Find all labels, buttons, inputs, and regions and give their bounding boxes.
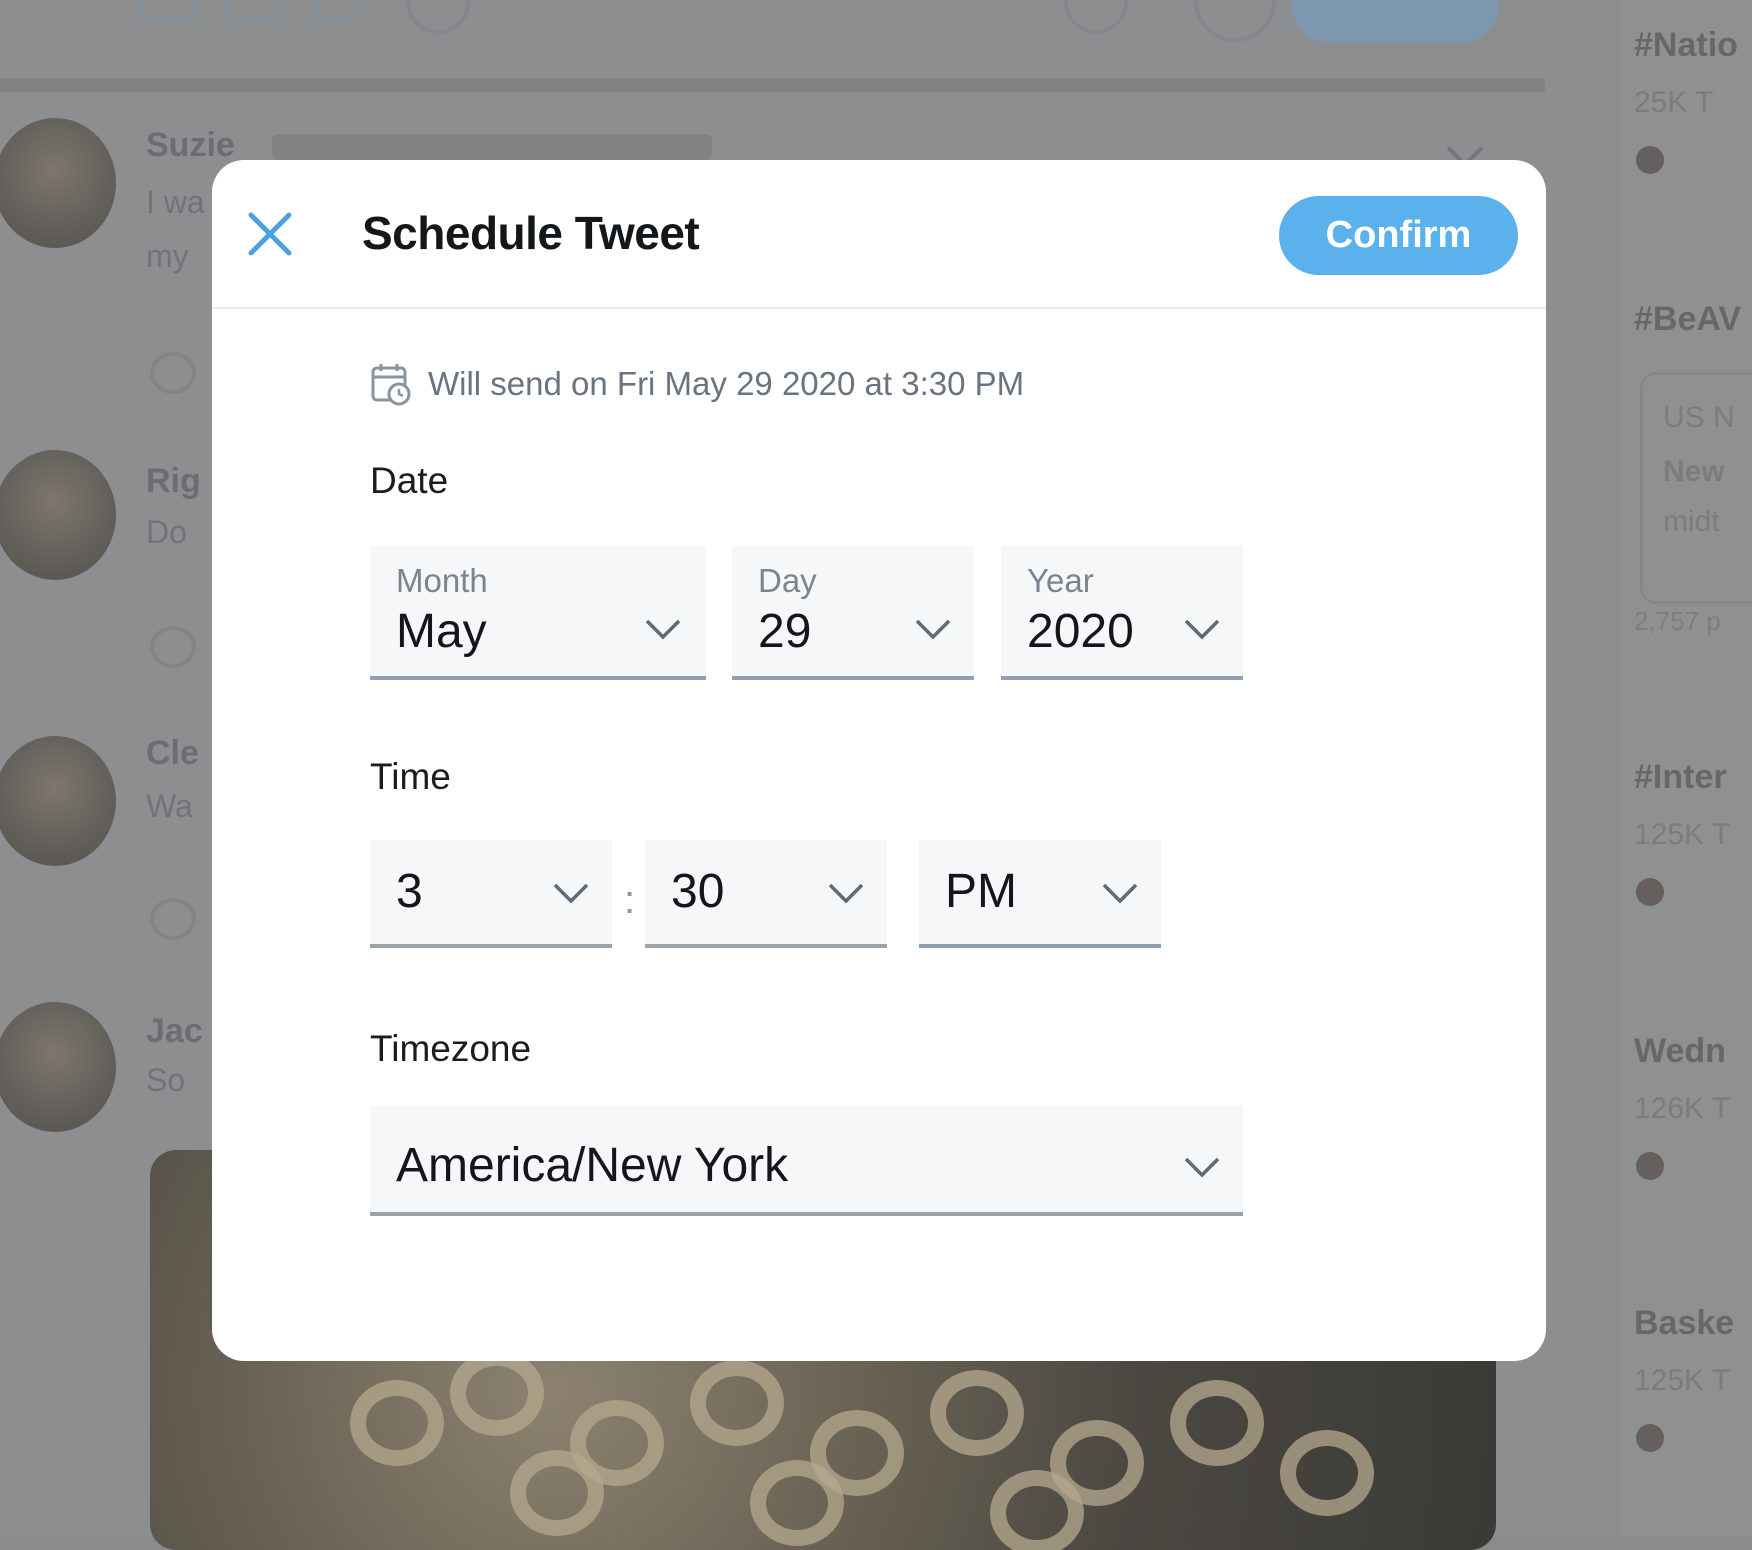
- post-text: So: [146, 1062, 186, 1098]
- trend-title[interactable]: Baske: [1634, 1304, 1734, 1343]
- composer-toolbar: [0, 0, 1545, 92]
- close-button[interactable]: [242, 206, 298, 262]
- avatar[interactable]: [0, 736, 116, 866]
- avatar: [1636, 1152, 1664, 1180]
- chevron-down-icon: [645, 619, 681, 640]
- dialog-title: Schedule Tweet: [362, 207, 700, 259]
- schedule-summary: Will send on Fri May 29 2020 at 3:30 PM: [370, 362, 1024, 406]
- calendar-clock-icon: [371, 364, 411, 406]
- hour-value: 3: [396, 865, 423, 918]
- ampm-select[interactable]: PM: [919, 840, 1161, 948]
- trend-title[interactable]: #BeAV: [1634, 300, 1741, 339]
- time-separator: :: [624, 878, 636, 922]
- news-headline: midt: [1663, 505, 1720, 538]
- trend-title[interactable]: #Natio: [1634, 26, 1738, 65]
- schedule-tweet-dialog: Schedule Tweet Confirm Will send on Fri …: [212, 160, 1546, 1361]
- timezone-select[interactable]: America/New York: [370, 1106, 1243, 1216]
- post-author-name[interactable]: Cle: [146, 734, 199, 773]
- hour-select[interactable]: 3: [370, 840, 612, 948]
- avatar: [1636, 1424, 1664, 1452]
- minute-select[interactable]: 30: [645, 840, 887, 948]
- confirm-button[interactable]: Confirm: [1279, 196, 1518, 275]
- news-card[interactable]: US N New midt: [1640, 372, 1752, 604]
- add-tweet-icon: [1194, 0, 1276, 42]
- timezone-section-label: Timezone: [370, 1028, 532, 1069]
- year-label: Year: [1027, 562, 1094, 599]
- schedule-summary-text: Will send on Fri May 29 2020 at 3:30 PM: [428, 365, 1025, 402]
- post-author-name[interactable]: Jac: [146, 1012, 203, 1051]
- post-text: I wa: [146, 184, 205, 220]
- trend-title[interactable]: Wedn: [1634, 1032, 1726, 1071]
- month-select[interactable]: Month May: [370, 546, 706, 680]
- post-text: Wa: [146, 788, 193, 824]
- tweet-button[interactable]: [1292, 0, 1498, 42]
- reply-icon[interactable]: [150, 626, 196, 668]
- news-source: US N: [1663, 401, 1735, 434]
- chevron-down-icon: [1184, 619, 1220, 640]
- post-author-name[interactable]: Rig: [146, 462, 201, 501]
- emoji-icon: [406, 0, 470, 34]
- toolbar-divider: [0, 78, 1545, 92]
- progress-ring-icon: [1064, 0, 1128, 34]
- chevron-down-icon: [1102, 883, 1138, 904]
- time-section-label: Time: [370, 756, 451, 797]
- media-icon: [138, 0, 196, 22]
- trend-count: 125K T: [1634, 1364, 1731, 1397]
- dialog-header: Schedule Tweet Confirm: [212, 160, 1546, 309]
- post-text: Do: [146, 514, 187, 550]
- poll-icon: [316, 0, 364, 22]
- avatar: [1636, 146, 1664, 174]
- avatar[interactable]: [0, 118, 116, 248]
- post-handle: [272, 134, 712, 160]
- avatar[interactable]: [0, 450, 116, 580]
- avatar[interactable]: [0, 1002, 116, 1132]
- trend-count: 126K T: [1634, 1092, 1731, 1125]
- year-select[interactable]: Year 2020: [1001, 546, 1243, 680]
- trend-count: 125K T: [1634, 818, 1731, 851]
- trend-title[interactable]: #Inter: [1634, 758, 1727, 797]
- chevron-down-icon: [828, 883, 864, 904]
- news-headline: New: [1663, 455, 1725, 488]
- close-icon: [248, 212, 292, 256]
- date-section-label: Date: [370, 460, 449, 501]
- trend-count: 25K T: [1634, 86, 1714, 119]
- post-text: my: [146, 238, 189, 274]
- trend-count: 2,757 p: [1634, 606, 1721, 636]
- day-value: 29: [758, 605, 812, 658]
- avatar: [1636, 878, 1664, 906]
- reply-icon[interactable]: [150, 898, 196, 940]
- minute-value: 30: [671, 865, 725, 918]
- chevron-down-icon: [553, 883, 589, 904]
- ampm-value: PM: [945, 865, 1017, 918]
- day-select[interactable]: Day 29: [732, 546, 974, 680]
- month-label: Month: [396, 562, 488, 599]
- month-value: May: [396, 605, 487, 658]
- day-label: Day: [758, 562, 817, 599]
- reply-icon[interactable]: [150, 352, 196, 394]
- gif-icon: [226, 0, 284, 22]
- year-value: 2020: [1027, 605, 1134, 658]
- chevron-down-icon: [1184, 1157, 1220, 1178]
- chevron-down-icon: [915, 619, 951, 640]
- timezone-value: America/New York: [396, 1139, 789, 1192]
